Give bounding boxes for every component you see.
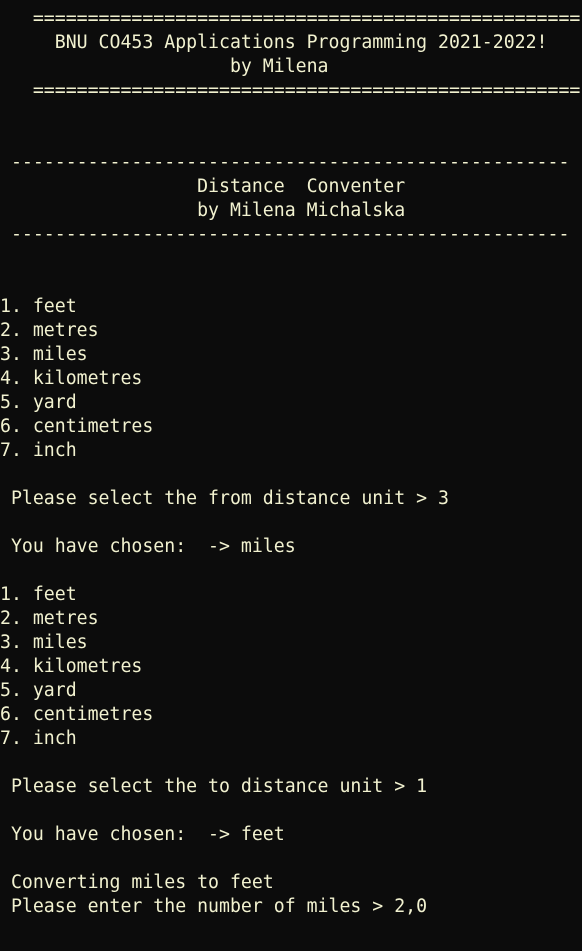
menu-option-yard: 5. yard — [0, 392, 77, 413]
banner-bottom-rule: ========================================… — [0, 80, 581, 101]
menu-option-inch: 7. inch — [0, 440, 77, 461]
menu-option-miles: 3. miles — [0, 632, 88, 653]
conversion-status: Converting miles to feet — [0, 872, 274, 893]
menu-option-miles: 3. miles — [0, 344, 88, 365]
menu-option-feet: 1. feet — [0, 584, 77, 605]
app-title: Distance Conventer — [0, 176, 406, 197]
from-unit-prompt: Please select the from distance unit > 3 — [0, 488, 449, 509]
banner-top-rule: ========================================… — [0, 8, 581, 29]
banner-author: by Milena — [0, 56, 329, 77]
menu-option-feet: 1. feet — [0, 296, 77, 317]
menu-option-kilometres: 4. kilometres — [0, 656, 143, 677]
to-unit-prompt: Please select the to distance unit > 1 — [0, 776, 428, 797]
menu-option-kilometres: 4. kilometres — [0, 368, 143, 389]
menu-option-centimetres: 6. centimetres — [0, 704, 154, 725]
header-top-rule: ----------------------------------------… — [0, 152, 570, 173]
from-unit-confirmation: You have chosen: -> miles — [0, 536, 296, 557]
console-window[interactable]: ========================================… — [0, 0, 582, 951]
menu-option-metres: 2. metres — [0, 320, 99, 341]
menu-option-centimetres: 6. centimetres — [0, 416, 154, 437]
menu-option-inch: 7. inch — [0, 728, 77, 749]
banner-course-title: BNU CO453 Applications Programming 2021-… — [0, 32, 548, 53]
app-author: by Milena Michalska — [0, 200, 406, 221]
header-bottom-rule: ----------------------------------------… — [0, 224, 570, 245]
value-input-prompt[interactable]: Please enter the number of miles > 2,0 — [0, 895, 582, 919]
menu-option-metres: 2. metres — [0, 608, 99, 629]
menu-option-yard: 5. yard — [0, 680, 77, 701]
to-unit-confirmation: You have chosen: -> feet — [0, 824, 285, 845]
